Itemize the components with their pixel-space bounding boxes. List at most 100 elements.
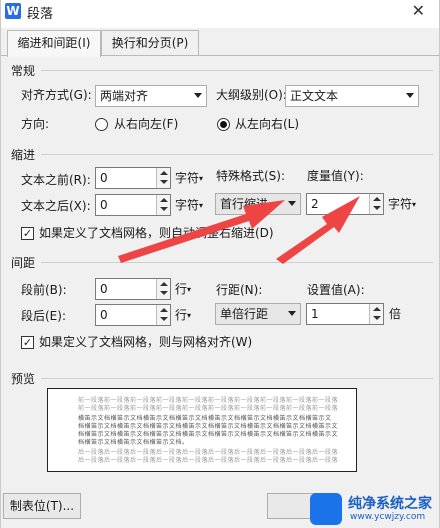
tab-line-page-breaks[interactable]: 换行和分页(P) <box>101 30 199 56</box>
indent-before-label: 文本之前(R): <box>21 173 91 187</box>
set-value-unit: 倍 <box>389 307 402 321</box>
spinner-buttons[interactable] <box>156 305 170 325</box>
spin-down-icon[interactable] <box>373 206 381 210</box>
spin-down-icon[interactable] <box>160 207 168 211</box>
spin-up-icon[interactable] <box>160 171 168 175</box>
spinner-buttons[interactable] <box>156 279 170 299</box>
space-after-label: 段后(E): <box>21 309 66 323</box>
line-spacing-select[interactable]: 单倍行距 <box>215 303 301 325</box>
outline-level-select[interactable]: 正文文本 <box>285 85 419 107</box>
preview-sample-line: 档横笛示文档横笛示文档横笛示文档横笛示文档横笛示文档横笛示文档横笛示文档横笛示文 <box>78 423 339 430</box>
indent-after-value: 0 <box>100 198 108 212</box>
divider <box>41 154 433 155</box>
set-value-input[interactable]: 1 <box>306 303 384 325</box>
unit-label: 字符 <box>388 197 413 211</box>
space-before-input[interactable]: 0 <box>95 278 171 300</box>
rtl-label[interactable]: 从右向左(F) <box>114 115 178 133</box>
spacing-heading: 间距 <box>11 256 36 270</box>
line-spacing-value: 单倍行距 <box>220 307 269 321</box>
outline-level-label: 大纲级别(O): <box>216 88 287 102</box>
special-format-value: 首行缩进 <box>220 197 269 211</box>
spin-up-icon[interactable] <box>373 307 381 311</box>
indent-before-unit[interactable]: 字符▾ <box>175 168 203 189</box>
divider <box>41 70 433 71</box>
close-icon[interactable]: ✕ <box>412 1 425 20</box>
alignment-value: 两端对齐 <box>100 89 149 103</box>
special-format-select[interactable]: 首行缩进 <box>215 193 301 215</box>
spinner-buttons[interactable] <box>156 168 170 188</box>
preview-prev-line: 前一段落前一段落前一段落前一段落前一段落前一段落前一段落前一段落前一段落前一段落 <box>78 405 339 412</box>
indent-after-input[interactable]: 0 <box>95 194 171 216</box>
space-after-value: 0 <box>100 308 108 322</box>
watermark-title: 纯净系统之家 <box>348 496 432 512</box>
preview-next-line: 后一段落后一段落后一段落后一段落后一段落后一段落后一段落后一段落后一段落后一段落 <box>78 457 339 464</box>
spin-up-icon[interactable] <box>373 197 381 201</box>
watermark-url: www.ycwjzy.com <box>350 512 426 522</box>
divider <box>41 262 433 263</box>
special-format-label: 特殊格式(S): <box>216 169 286 183</box>
spinner-buttons[interactable] <box>369 194 383 214</box>
indent-grid-label[interactable]: 如果定义了文档网格，则自动调整右缩进(D) <box>39 224 274 242</box>
alignment-label: 对齐方式(G): <box>21 88 92 102</box>
indent-heading: 缩进 <box>11 148 36 162</box>
space-after-input[interactable]: 0 <box>95 304 171 326</box>
set-value-label: 设置值(A): <box>307 283 365 297</box>
alignment-select[interactable]: 两端对齐 <box>95 85 207 107</box>
measure-label: 度量值(Y): <box>307 169 364 183</box>
measure-value: 2 <box>311 197 319 211</box>
indent-after-label: 文本之后(X): <box>21 199 91 213</box>
indent-before-input[interactable]: 0 <box>95 167 171 189</box>
preview-heading: 预览 <box>11 372 36 386</box>
spin-up-icon[interactable] <box>160 308 168 312</box>
divider <box>41 378 433 379</box>
paragraph-dialog: W 段落 ✕ 缩进和间距(I) 换行和分页(P) 常规 对齐方式(G): 两端对… <box>0 0 440 528</box>
site-watermark: 纯净系统之家 www.ycwjzy.com <box>310 490 440 528</box>
caret-down-icon: ▾ <box>412 200 417 209</box>
general-heading: 常规 <box>11 64 36 78</box>
preview-sample-line: 横笛示文档横笛示文档横笛示文档横笛示文档横笛示文档横笛示文档横笛示文档横笛示文 <box>78 415 332 422</box>
tab-indent-spacing[interactable]: 缩进和间距(I) <box>7 30 101 57</box>
direction-label: 方向: <box>21 117 50 131</box>
ltr-radio[interactable] <box>217 118 230 131</box>
caret-down-icon: ▾ <box>199 174 204 183</box>
chevron-down-icon <box>288 311 296 316</box>
spin-down-icon[interactable] <box>373 316 381 320</box>
indent-grid-checkbox[interactable]: ✓ <box>21 227 34 240</box>
line-spacing-label: 行距(N): <box>216 283 263 297</box>
caret-down-icon: ▾ <box>187 311 192 320</box>
spin-up-icon[interactable] <box>160 282 168 286</box>
preview-box: 前一段落前一段落前一段落前一段落前一段落前一段落前一段落前一段落前一段落前一段落… <box>47 388 357 472</box>
wps-writer-icon: W <box>5 3 21 19</box>
spacing-grid-label[interactable]: 如果定义了文档网格，则与网格对齐(W) <box>39 333 252 351</box>
spinner-buttons[interactable] <box>156 195 170 215</box>
spin-down-icon[interactable] <box>160 180 168 184</box>
outline-level-value: 正文文本 <box>290 89 339 103</box>
chevron-down-icon <box>406 93 414 98</box>
rtl-radio[interactable] <box>95 118 108 131</box>
indent-after-unit[interactable]: 字符▾ <box>175 195 203 216</box>
preview-next-line: 后一段落后一段落后一段落后一段落后一段落后一段落后一段落后一段落后一段落后一段落 <box>78 449 339 456</box>
dialog-title: 段落 <box>27 7 54 22</box>
title-bar: W 段落 ✕ <box>1 0 439 28</box>
watermark-logo-icon <box>310 493 342 525</box>
preview-sample-line: 档横笛示文档横笛示文档横笛示文档。 <box>78 439 189 446</box>
space-after-unit[interactable]: 行▾ <box>175 305 191 326</box>
spacing-grid-checkbox[interactable]: ✓ <box>21 336 34 349</box>
spin-up-icon[interactable] <box>160 198 168 202</box>
chevron-down-icon <box>194 93 202 98</box>
spin-down-icon[interactable] <box>160 317 168 321</box>
indent-before-value: 0 <box>100 171 108 185</box>
preview-prev-line: 前一段落前一段落前一段落前一段落前一段落前一段落前一段落前一段落前一段落前一段落 <box>78 397 339 404</box>
caret-down-icon: ▾ <box>199 201 204 210</box>
measure-input[interactable]: 2 <box>306 193 384 215</box>
preview-sample-line: 档横笛示文档横笛示文档横笛示文档横笛示文档横笛示文档横笛示文档横笛示文档横笛示文 <box>78 431 339 438</box>
set-value-value: 1 <box>311 307 319 321</box>
space-before-unit[interactable]: 行▾ <box>175 279 191 300</box>
measure-unit[interactable]: 字符▾ <box>388 194 416 215</box>
chevron-down-icon <box>288 201 296 206</box>
spinner-buttons[interactable] <box>369 304 383 324</box>
unit-label: 字符 <box>175 171 200 185</box>
ltr-label[interactable]: 从左向右(L) <box>235 115 299 133</box>
tab-stops-button[interactable]: 制表位(T)... <box>3 493 81 519</box>
spin-down-icon[interactable] <box>160 291 168 295</box>
